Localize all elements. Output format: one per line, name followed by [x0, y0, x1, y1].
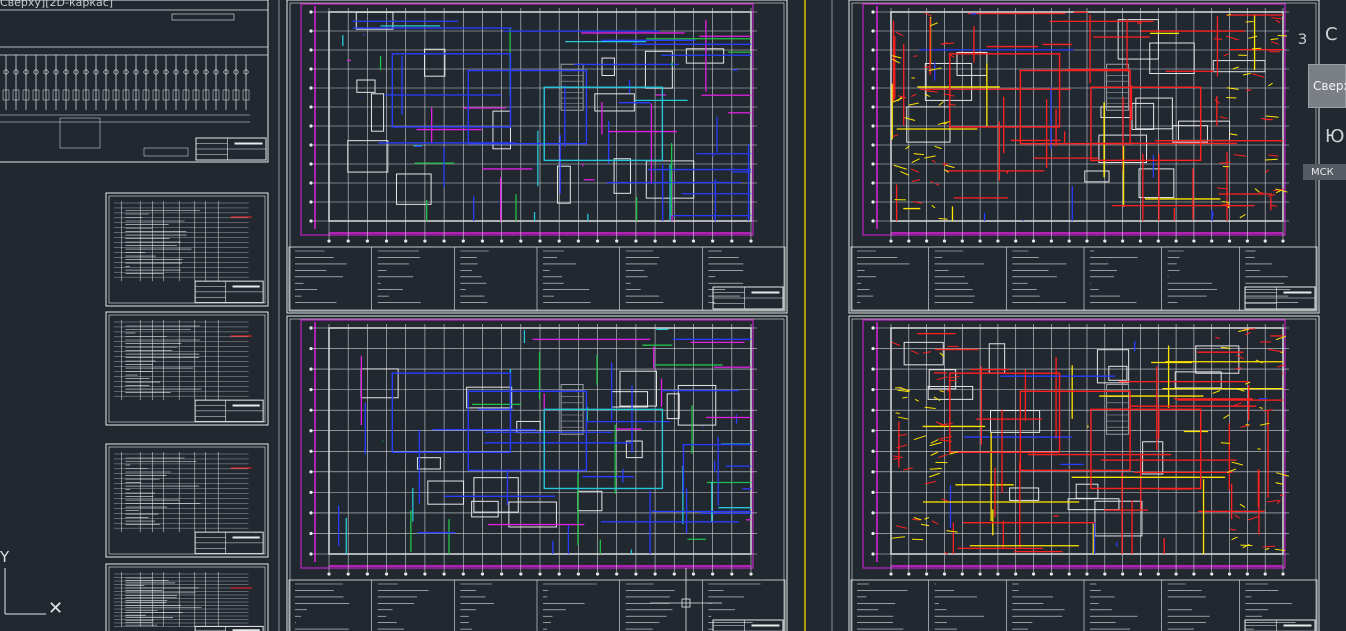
floor-plan-sheet — [848, 315, 1320, 631]
ucs-x-axis-icon: ✕ — [48, 598, 64, 619]
title-block — [712, 286, 784, 310]
ucs-y-axis-label: Y — [0, 548, 10, 566]
spec-sheet — [105, 563, 269, 631]
viewcube-south-label[interactable]: Ю — [1325, 126, 1344, 147]
title-block — [194, 531, 264, 555]
title-block — [194, 625, 264, 631]
title-block — [1244, 286, 1316, 310]
title-block — [712, 619, 784, 631]
drawing-canvas[interactable] — [0, 0, 1346, 631]
title-block — [194, 399, 264, 423]
floor-plan-sheet — [286, 0, 788, 314]
floor-plan-sheet — [286, 315, 788, 631]
floor-plan-sheet — [848, 0, 1320, 314]
spec-sheet — [105, 311, 269, 426]
viewcube-west-label[interactable]: З — [1298, 32, 1307, 48]
schematic-sheet — [0, 0, 269, 163]
ucs-menu-button[interactable]: МСК — [1303, 164, 1346, 180]
spec-sheet — [105, 443, 269, 558]
spec-sheet — [105, 192, 269, 307]
viewport-view-label[interactable]: Сверху][2D-каркас] — [0, 0, 113, 9]
drawing-sheets — [0, 0, 1320, 631]
title-block — [194, 280, 264, 304]
viewcube-top-face[interactable]: Сверх — [1308, 64, 1346, 108]
title-block — [195, 137, 267, 161]
viewcube-north-label[interactable]: С — [1325, 24, 1338, 45]
title-block — [1244, 619, 1316, 631]
